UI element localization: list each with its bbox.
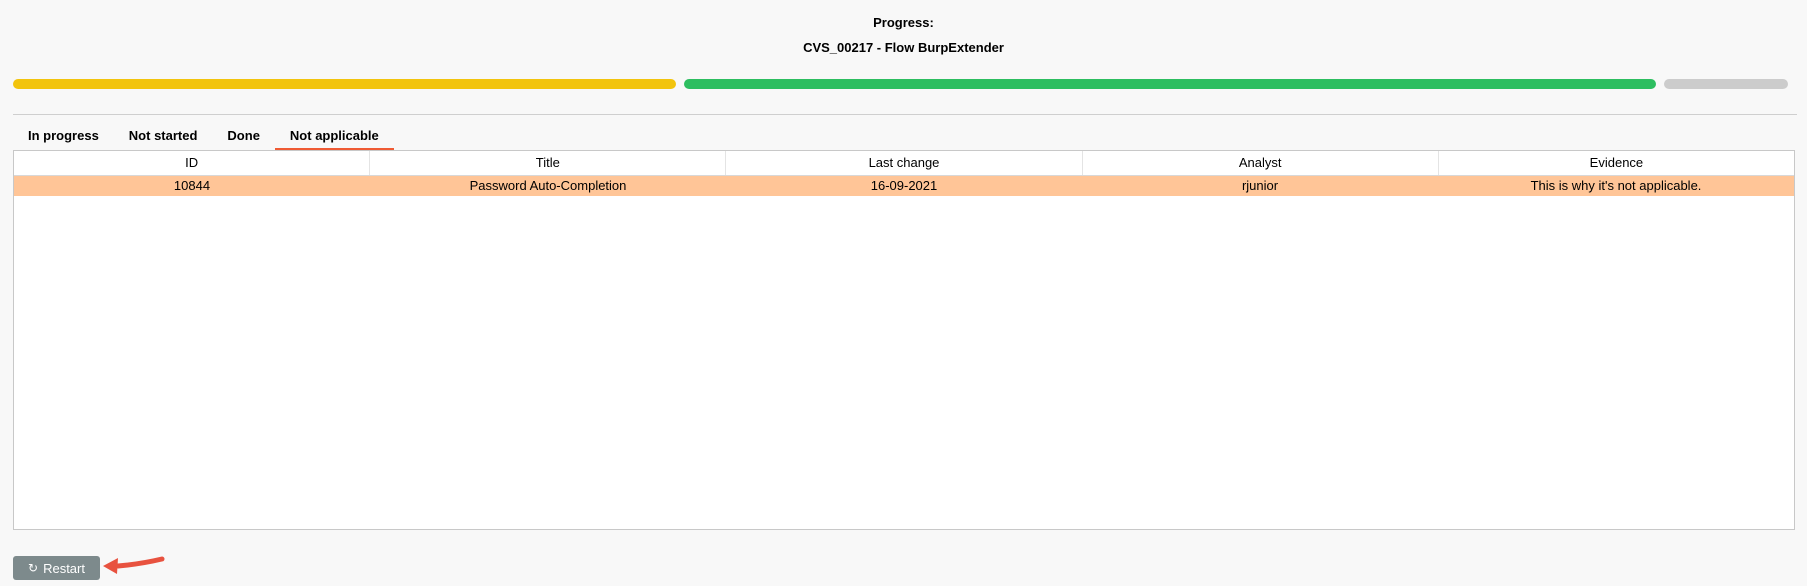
tab-not-started[interactable]: Not started (114, 124, 213, 150)
items-table: ID Title Last change Analyst Evidence 10… (13, 150, 1795, 530)
cell-last-change: 16-09-2021 (870, 178, 938, 193)
cell-evidence: This is why it's not applicable. (1530, 178, 1702, 193)
progress-segment-not-started (1664, 79, 1788, 89)
header: Progress: CVS_00217 - Flow BurpExtender (0, 14, 1807, 57)
progress-panel: Progress: CVS_00217 - Flow BurpExtender … (0, 0, 1807, 586)
progress-segment-in-progress (13, 79, 676, 89)
tab-not-applicable[interactable]: Not applicable (274, 124, 394, 150)
progress-bar (13, 79, 1797, 89)
column-header-title[interactable]: Title (370, 151, 727, 175)
tab-in-progress[interactable]: In progress (13, 124, 114, 150)
flow-title: CVS_00217 - Flow BurpExtender (803, 40, 1004, 55)
progress-label: Progress: (873, 15, 934, 30)
cell-title: Password Auto-Completion (469, 178, 627, 193)
refresh-icon: ↻ (28, 561, 39, 575)
cell-id: 10844 (173, 178, 211, 193)
progress-segment-done (684, 79, 1656, 89)
table-header: ID Title Last change Analyst Evidence (14, 151, 1794, 176)
column-header-id[interactable]: ID (14, 151, 371, 175)
restart-button[interactable]: ↻ Restart (13, 556, 100, 580)
column-header-evidence[interactable]: Evidence (1439, 151, 1794, 175)
column-header-last-change[interactable]: Last change (726, 151, 1083, 175)
table-row[interactable]: 10844 Password Auto-Completion 16-09-202… (14, 176, 1794, 196)
pointer-arrow-icon (103, 556, 165, 574)
status-tabs: In progress Not started Done Not applica… (13, 124, 394, 150)
divider (13, 114, 1797, 115)
tab-done[interactable]: Done (212, 124, 275, 150)
column-header-analyst[interactable]: Analyst (1083, 151, 1439, 175)
cell-analyst: rjunior (1241, 178, 1279, 193)
restart-label: Restart (43, 560, 85, 576)
